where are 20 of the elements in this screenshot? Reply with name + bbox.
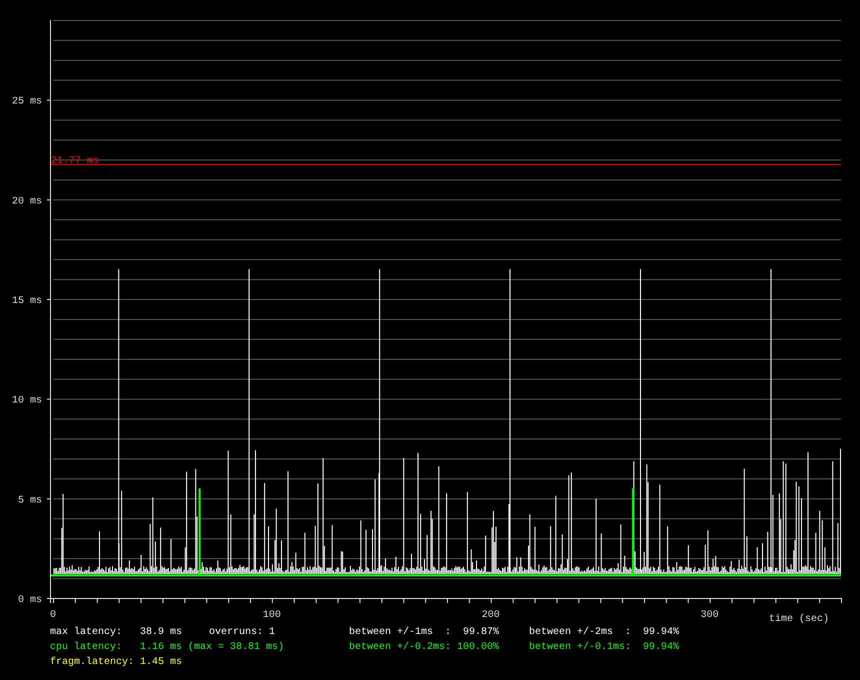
stat-text: max latency: 38.9 ms [50, 626, 184, 640]
y-tick-label: 25 ms [12, 96, 42, 108]
range-stat: between +/-1ms : 99.87% [349, 626, 500, 640]
range-stat: between +/-0.2ms: 100.00% [349, 641, 500, 655]
x-axis-label: time (sec) [769, 614, 830, 625]
y-tick-label: 0 ms [18, 595, 42, 606]
y-tick-label: 10 ms [12, 396, 42, 407]
y-tick-label: 20 ms [12, 196, 42, 208]
range-stat: between +/-0.1ms: 99.94% [529, 641, 680, 655]
stat-text: cpu latency: 1.16 ms (max = 38.81 ms) [50, 641, 286, 655]
x-tick-label: 100 [262, 610, 281, 621]
x-tick-label: 200 [482, 610, 500, 621]
stat-text: fragm.latency: 1.45 ms [50, 656, 184, 670]
range-stat: between +/-2ms : 99.94% [529, 626, 680, 640]
y-tick-label: 15 ms [12, 296, 42, 308]
x-tick-label: 300 [700, 610, 719, 621]
stat-text: overruns: 1 [209, 626, 276, 640]
threshold-label: 21.77 ms [51, 156, 100, 168]
x-tick-label: 0 [50, 610, 56, 621]
y-tick-label: 5 ms [18, 495, 42, 506]
